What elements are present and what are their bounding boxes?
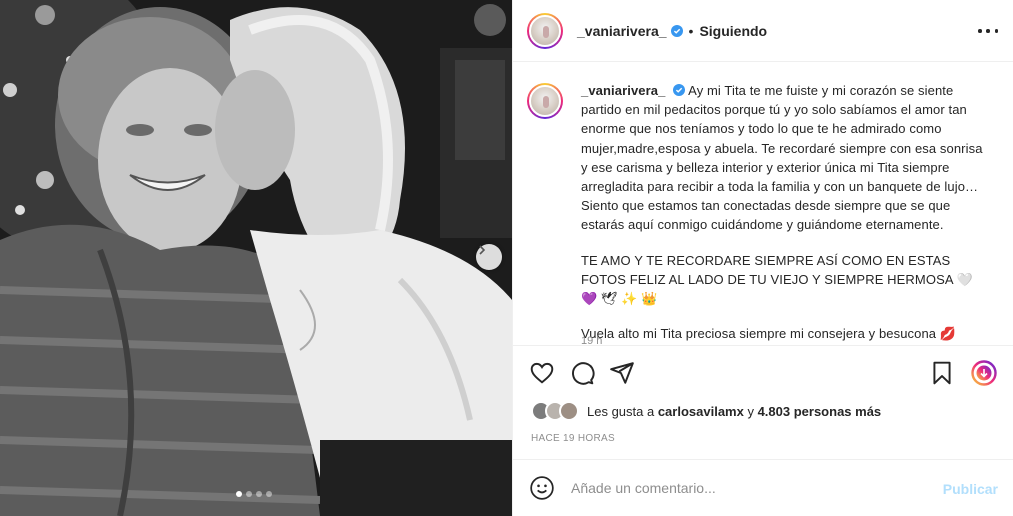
post-photo-illustration — [0, 0, 512, 516]
liker-avatar[interactable] — [559, 401, 579, 421]
post-header: _vaniarivera_ • Siguiendo — [513, 0, 1013, 62]
header-separator: • — [688, 22, 694, 39]
caption-username[interactable]: _vaniarivera_ — [581, 83, 665, 98]
comment-input[interactable] — [571, 480, 931, 496]
comment-icon[interactable] — [569, 360, 595, 386]
carousel-indicator — [236, 491, 272, 497]
caption-scroll-area[interactable]: _vaniarivera_ Ay mi Tita te me fuiste y … — [513, 63, 1013, 345]
verified-badge-icon — [670, 24, 683, 37]
post-time-ago[interactable]: HACE 19 HORAS — [531, 433, 615, 444]
likes-text: Les gusta a carlosavilamx y 4.803 person… — [587, 404, 881, 419]
liker-avatars — [531, 400, 583, 422]
like-heart-icon[interactable] — [529, 360, 555, 386]
carousel-dot — [246, 491, 252, 497]
caption-timestamp: 19 h — [581, 335, 603, 345]
caption-author-avatar[interactable] — [527, 83, 563, 119]
caption-paragraph-1: _vaniarivera_ Ay mi Tita te me fuiste y … — [581, 81, 989, 235]
carousel-dot — [256, 491, 262, 497]
author-avatar-image — [529, 14, 561, 47]
caption-paragraph-2: TE AMO Y TE RECORDARE SIEMPRE ASÍ COMO E… — [581, 252, 973, 307]
likes-count[interactable]: 4.803 personas más — [758, 404, 882, 419]
likes-summary: Les gusta a carlosavilamx y 4.803 person… — [531, 400, 881, 422]
post-details-panel: _vaniarivera_ • Siguiendo _vaniarivera_ … — [512, 0, 1013, 516]
caption-paragraph-3: Vuela alto mi Tita preciosa siempre mi c… — [581, 326, 957, 342]
carousel-next-icon — [479, 245, 486, 255]
verified-badge-icon — [673, 84, 686, 96]
more-options-icon[interactable] — [978, 22, 998, 40]
caption-author-avatar-image — [529, 85, 561, 117]
carousel-dot-active — [236, 491, 242, 497]
author-username[interactable]: _vaniarivera_ — [577, 23, 667, 39]
post-photo[interactable] — [0, 0, 512, 516]
comment-bar: Publicar — [513, 459, 1013, 516]
following-button[interactable]: Siguiendo — [699, 23, 767, 39]
carousel-next-button[interactable] — [476, 244, 502, 270]
liker-username[interactable]: carlosavilamx — [658, 404, 744, 419]
publish-comment-button[interactable]: Publicar — [943, 481, 998, 497]
emoji-icon[interactable] — [529, 475, 555, 501]
likes-prefix: Les gusta a — [587, 403, 658, 419]
caption-paragraph-1-text: Ay mi Tita te me fuiste y mi corazón se … — [581, 83, 983, 233]
carousel-dot — [266, 491, 272, 497]
share-icon[interactable] — [609, 360, 635, 386]
save-bookmark-icon[interactable] — [929, 360, 955, 386]
likes-middle: y — [743, 403, 758, 419]
action-bar — [513, 345, 1013, 399]
author-avatar[interactable] — [527, 12, 563, 49]
caption-text: _vaniarivera_ Ay mi Tita te me fuiste y … — [581, 81, 989, 345]
reel-icon[interactable] — [971, 360, 997, 386]
caption: _vaniarivera_ Ay mi Tita te me fuiste y … — [527, 81, 1000, 345]
